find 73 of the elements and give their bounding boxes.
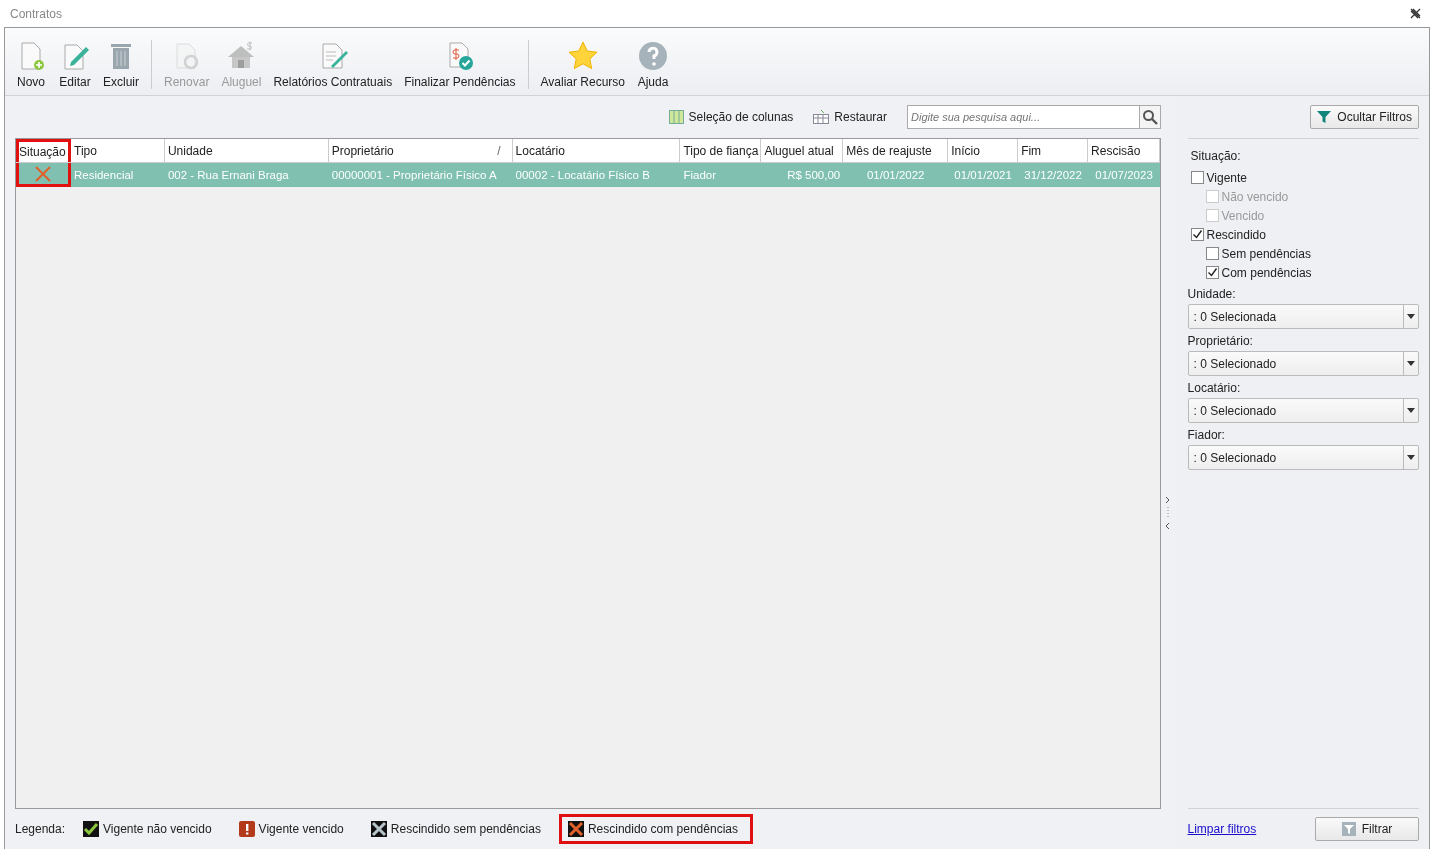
checkbox-label[interactable]: Sem pendências: [1221, 246, 1311, 261]
filter-icon: [1341, 822, 1356, 836]
toolbar-button[interactable]: Finalizar Pendências: [398, 40, 522, 89]
star-icon: [566, 40, 599, 72]
column-selection-button[interactable]: Seleção de colunas: [668, 110, 794, 124]
checkbox-label[interactable]: Vigente: [1206, 170, 1247, 185]
checkbox[interactable]: [1205, 266, 1219, 279]
table-cell-text: 01/01/2021: [953, 168, 1013, 183]
dropdown-label: Unidade:: [1187, 287, 1237, 301]
table-cell-text: Residencial: [72, 168, 135, 183]
table-cell-text: R$ 500,00: [786, 168, 842, 183]
legend-item: Rescindido sem pendências: [361, 814, 550, 844]
dropdown-field[interactable]: : 0 Selecionada: [1187, 304, 1419, 329]
checkbox[interactable]: [1190, 228, 1204, 241]
column-header[interactable]: Tipo: [71, 139, 165, 162]
cross-icon: [370, 821, 387, 837]
toolbar-button[interactable]: Ajuda: [631, 40, 676, 89]
legend-label: Legenda:: [15, 822, 66, 836]
dropdown-label: Fiador:: [1187, 428, 1226, 442]
clear-filters-link[interactable]: Limpar filtros: [1187, 822, 1257, 836]
table-cell-text: 31/12/2022: [1023, 168, 1083, 183]
checkbox-label[interactable]: Com pendências: [1221, 265, 1312, 280]
restore-button[interactable]: Restaurar: [813, 110, 887, 124]
table-cell-text: 01/01/2022: [865, 168, 926, 183]
toolbar-button[interactable]: Relatórios Contratuais: [267, 40, 399, 89]
table-cell-text: 00002 - Locatário Físico B: [514, 168, 651, 183]
check-icon: [83, 821, 100, 837]
column-header[interactable]: Tipo de fiança: [680, 139, 762, 162]
toolbar-button[interactable]: Avaliar Recurso: [527, 40, 632, 89]
caret-icon: [1407, 314, 1415, 319]
table-cell-text: 00000001 - Proprietário Físico A: [330, 168, 498, 183]
search-button[interactable]: [1139, 106, 1160, 128]
legend-item: Rescindido com pendências: [558, 814, 753, 844]
filter-icon: [1317, 110, 1332, 124]
toolbar-button[interactable]: Novo: [9, 40, 53, 89]
table-cell-text: 002 - Rua Ernani Braga: [166, 168, 290, 183]
legend-item: Vigente vencido: [229, 814, 353, 844]
column-header[interactable]: Início: [948, 139, 1019, 162]
checkbox-label[interactable]: Rescindido: [1206, 227, 1266, 242]
toolbar-button[interactable]: Editar: [53, 40, 97, 89]
dropdown-field[interactable]: : 0 Selecionado: [1187, 445, 1419, 470]
dropdown-label: Locatário:: [1187, 381, 1242, 395]
legend-item: Vigente não vencido: [74, 814, 221, 844]
column-header[interactable]: Unidade: [164, 139, 329, 162]
exclamation-icon: [238, 821, 255, 837]
caret-icon: [1407, 361, 1415, 366]
filter-button[interactable]: Filtrar: [1315, 817, 1419, 841]
caret-icon: [1407, 408, 1415, 413]
table-cell-text: Fiador: [682, 168, 717, 183]
checkbox[interactable]: [1190, 171, 1204, 184]
column-header[interactable]: Mês de reajuste: [843, 139, 949, 162]
toolbar-button[interactable]: Excluir: [97, 40, 145, 89]
column-header[interactable]: Rescisão: [1088, 139, 1160, 162]
hide-filters-button[interactable]: Ocultar Filtros: [1310, 105, 1419, 129]
column-header[interactable]: Fim: [1018, 139, 1089, 162]
search-box[interactable]: Digite sua pesquisa aqui...: [907, 105, 1161, 129]
situation-label: Situação:: [1190, 149, 1242, 163]
dropdown-field[interactable]: : 0 Selecionado: [1187, 351, 1419, 376]
column-header[interactable]: Aluguel atual: [761, 139, 844, 162]
column-header[interactable]: Locatário: [512, 139, 681, 162]
window-title: Contratos: [10, 6, 63, 21]
columns-icon: [668, 110, 684, 124]
table-cell-text: 01/07/2023: [1094, 168, 1154, 183]
close-icon[interactable]: [1410, 8, 1421, 19]
checkbox[interactable]: [1205, 247, 1219, 260]
help-icon: [637, 40, 670, 72]
cross-icon: [567, 821, 584, 837]
table-icon: [813, 110, 830, 124]
dropdown-field[interactable]: : 0 Selecionado: [1187, 398, 1419, 423]
dropdown-label: Proprietário:: [1187, 334, 1254, 348]
column-header[interactable]: Proprietário /: [328, 139, 513, 162]
caret-icon: [1407, 455, 1415, 460]
search-icon: [1142, 109, 1158, 125]
